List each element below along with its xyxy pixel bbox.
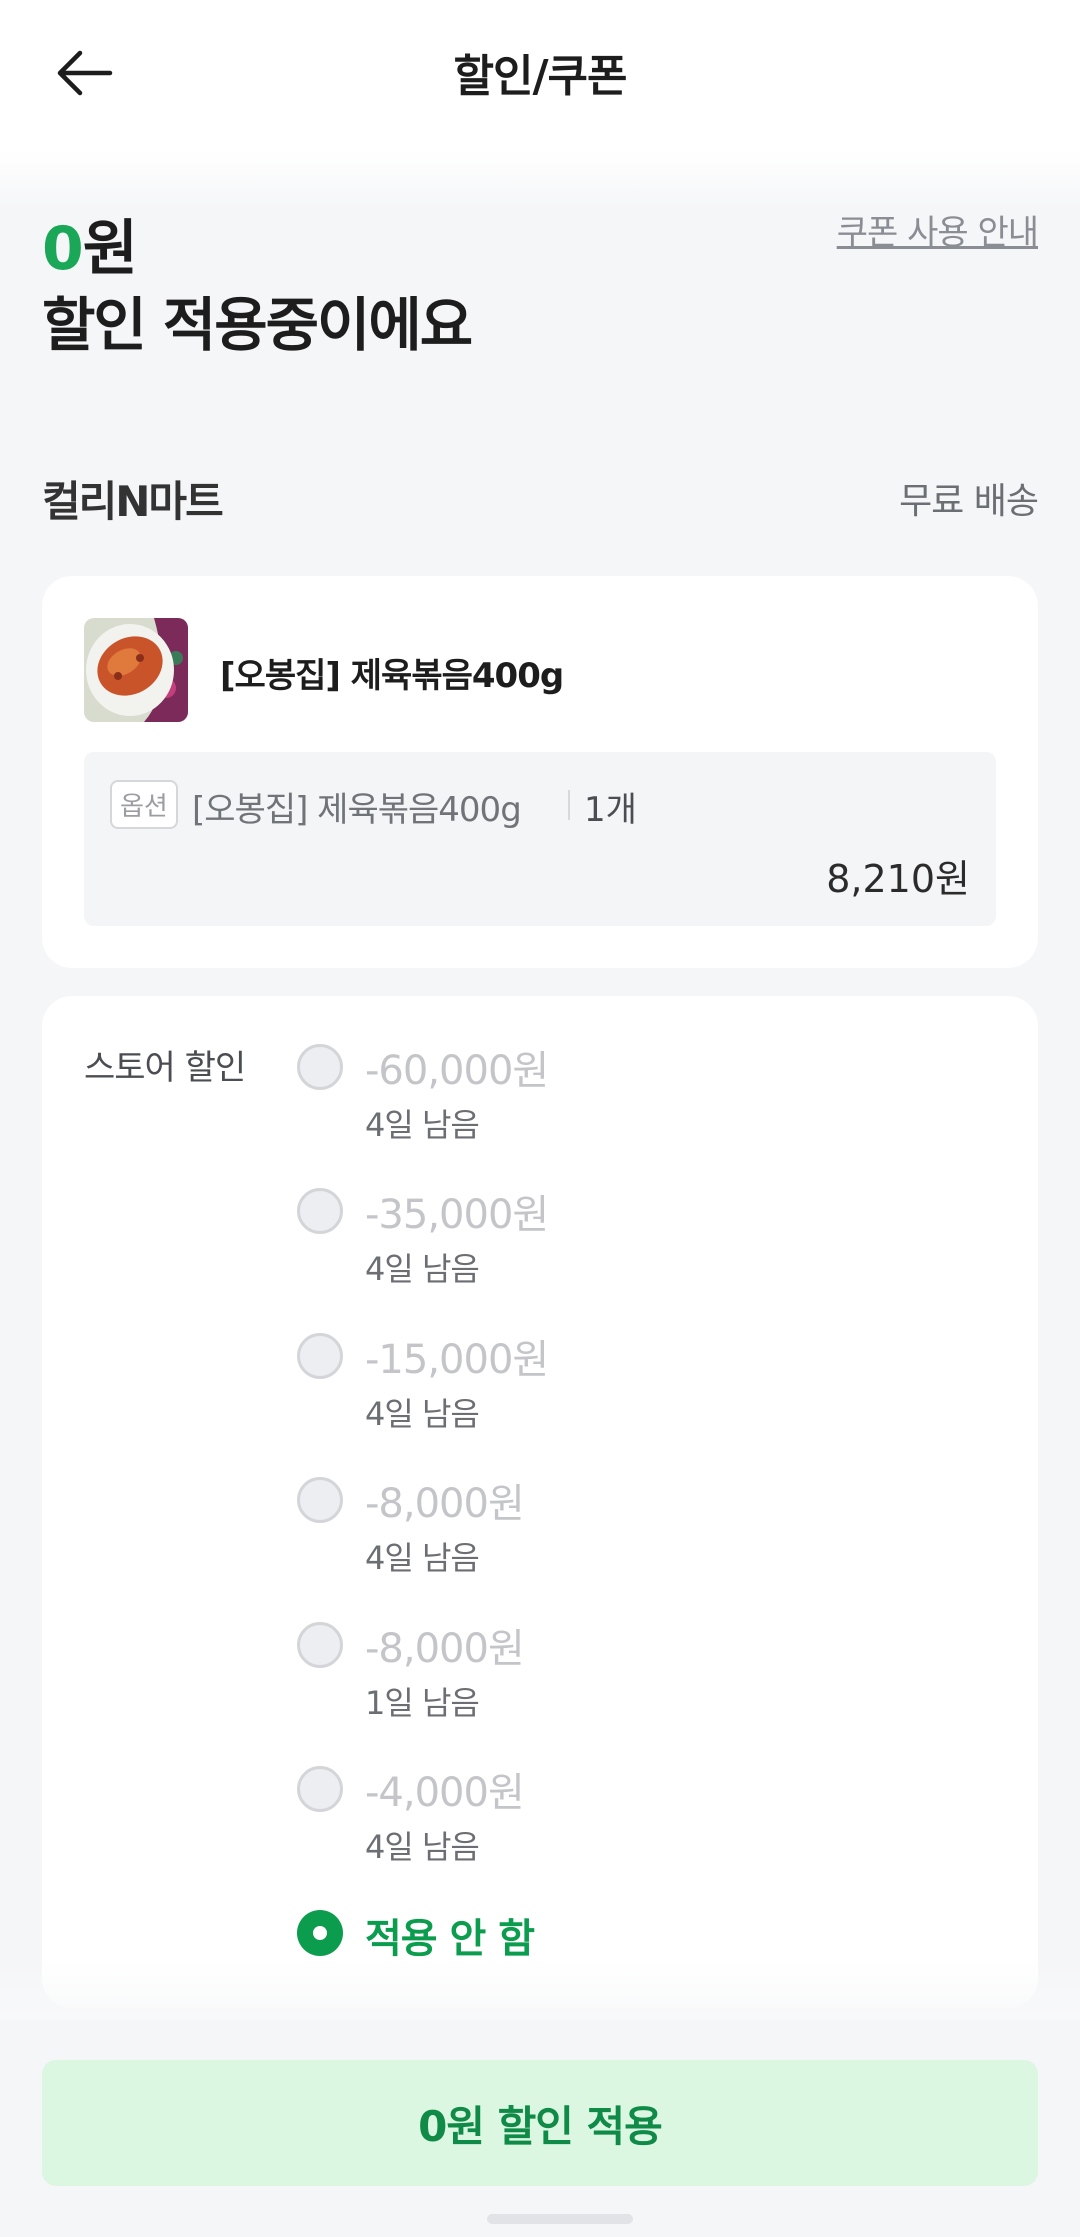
coupon-option[interactable]: -60,000원 4일 남음	[297, 1044, 997, 1174]
store-discount-label: 스토어 할인	[84, 1048, 246, 1088]
apply-discount-button[interactable]: 0원 할인 적용	[42, 2060, 1038, 2186]
coupon-amount: -4,000원	[365, 1770, 525, 1816]
no-coupon-label: 적용 안 함	[365, 1916, 535, 1962]
coupon-option[interactable]: -15,000원 4일 남음	[297, 1333, 997, 1463]
coupon-expiry: 4일 남음	[365, 1250, 480, 1288]
discount-amount-value: 0	[42, 214, 84, 284]
option-name: [오봉집] 제육볶음400g	[192, 790, 522, 830]
discount-summary-amount: 0원	[42, 200, 138, 287]
discount-amount-unit: 원	[82, 214, 138, 284]
shipping-info: 무료 배송	[899, 481, 1039, 522]
header: 할인/쿠폰	[0, 0, 1080, 150]
product-card: [오봉집] 제육볶음400g 옵션 [오봉집] 제육볶음400g 1개 8,21…	[42, 576, 1038, 968]
coupon-expiry: 4일 남음	[365, 1539, 480, 1577]
coupon-option[interactable]: -4,000원 4일 남음	[297, 1766, 997, 1896]
radio-button[interactable]	[297, 1188, 343, 1234]
coupon-option[interactable]: -8,000원 1일 남음	[297, 1622, 997, 1752]
coupon-amount: -8,000원	[365, 1481, 525, 1527]
radio-button[interactable]	[297, 1044, 343, 1090]
option-price: 8,210원	[826, 857, 970, 901]
coupon-amount: -8,000원	[365, 1626, 525, 1672]
page-title: 할인/쿠폰	[453, 51, 628, 102]
option-quantity: 1개	[584, 790, 637, 830]
product-option-box: 옵션 [오봉집] 제육볶음400g 1개 8,210원	[84, 752, 996, 926]
discount-summary-text: 할인 적용중이에요	[42, 291, 473, 359]
home-indicator	[487, 2214, 633, 2224]
store-name: 컬리N마트	[42, 477, 224, 526]
coupon-option[interactable]: -8,000원 4일 남음	[297, 1477, 997, 1607]
option-divider	[568, 790, 570, 820]
radio-button-selected[interactable]	[297, 1910, 343, 1956]
coupon-amount: -60,000원	[365, 1048, 549, 1094]
radio-button[interactable]	[297, 1333, 343, 1379]
header-fade	[0, 150, 1080, 210]
option-tag: 옵션	[110, 780, 178, 829]
coupon-expiry: 1일 남음	[365, 1684, 480, 1722]
coupon-expiry: 4일 남음	[365, 1106, 480, 1144]
bottom-fade	[0, 1960, 1080, 2020]
coupon-option[interactable]: -35,000원 4일 남음	[297, 1188, 997, 1318]
coupon-amount: -35,000원	[365, 1192, 549, 1238]
coupon-guide-link[interactable]: 쿠폰 사용 안내	[837, 205, 1039, 254]
coupon-amount: -15,000원	[365, 1337, 549, 1383]
radio-button[interactable]	[297, 1477, 343, 1523]
radio-button[interactable]	[297, 1766, 343, 1812]
coupon-card: 스토어 할인 -60,000원 4일 남음 -35,000원 4일 남음 -15…	[42, 996, 1038, 2008]
product-name: [오봉집] 제육볶음400g	[220, 656, 564, 696]
coupon-expiry: 4일 남음	[365, 1828, 480, 1866]
coupon-expiry: 4일 남음	[365, 1395, 480, 1433]
food-thumbnail-image	[84, 618, 188, 722]
radio-button[interactable]	[297, 1622, 343, 1668]
coupon-page: 할인/쿠폰 0원 할인 적용중이에요 쿠폰 사용 안내 컬리N마트 무료 배송 …	[0, 0, 1080, 2237]
